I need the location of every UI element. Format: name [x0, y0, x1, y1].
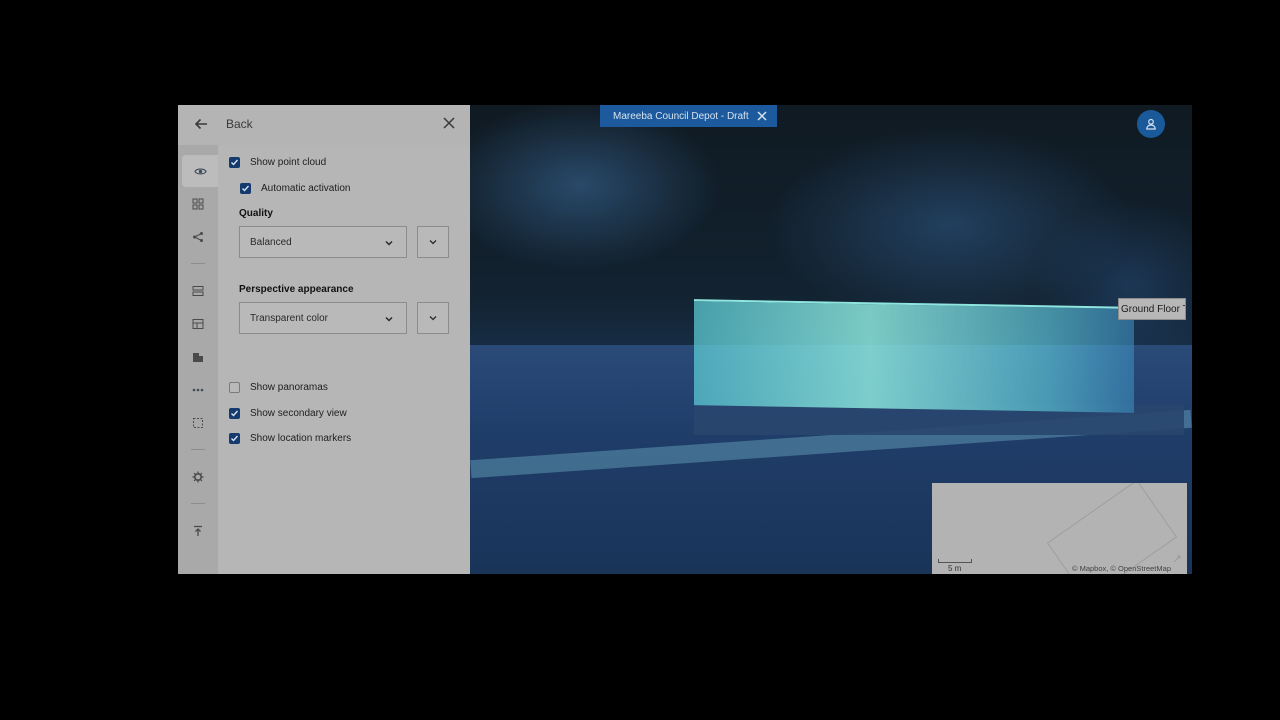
automatic-activation-checkbox[interactable]: Automatic activation — [240, 183, 351, 194]
show-point-cloud-label: Show point cloud — [250, 157, 327, 168]
rail-item-building[interactable] — [182, 341, 214, 373]
chevron-down-icon — [429, 240, 437, 245]
show-secondary-view-checkbox[interactable]: Show secondary view — [229, 408, 347, 419]
quality-select[interactable]: Balanced — [239, 226, 407, 258]
share-icon — [193, 232, 203, 242]
app-window: Back Show point cloud Automatic activati… — [178, 105, 1192, 574]
user-account-button[interactable] — [1137, 110, 1165, 138]
eye-icon — [193, 168, 207, 174]
chevron-down-icon — [429, 316, 437, 321]
rail-item-view[interactable] — [182, 155, 218, 187]
show-point-cloud-checkbox[interactable]: Show point cloud — [229, 157, 326, 168]
map-parcel-outline — [1046, 483, 1178, 574]
layers-icon — [192, 286, 204, 296]
perspective-appearance-title: Perspective appearance — [239, 284, 354, 295]
checkbox-checked-icon — [240, 183, 251, 194]
map-attribution: © Mapbox, © OpenStreetMap — [1071, 564, 1171, 573]
map-scale-bar — [938, 559, 972, 563]
perspective-appearance-select[interactable]: Transparent color — [239, 302, 407, 334]
perspective-expand-button[interactable] — [417, 302, 449, 334]
close-icon[interactable] — [757, 111, 767, 121]
side-rail — [178, 145, 218, 574]
quality-expand-button[interactable] — [417, 226, 449, 258]
rail-item-more[interactable] — [182, 374, 214, 406]
panel-header: Back — [178, 105, 470, 145]
close-icon[interactable] — [442, 116, 456, 130]
chevron-down-icon — [385, 240, 393, 246]
rail-divider — [191, 263, 205, 264]
secondary-map-view[interactable]: 5 m © Mapbox, © OpenStreetMap — [932, 483, 1187, 574]
rail-item-settings[interactable] — [182, 461, 214, 493]
rail-item-share[interactable] — [182, 221, 214, 253]
show-secondary-view-label: Show secondary view — [250, 408, 347, 419]
arrow-left-icon — [194, 118, 207, 130]
settings-panel: Back Show point cloud Automatic activati… — [178, 105, 470, 574]
checkbox-unchecked-icon — [229, 382, 240, 393]
chevron-down-icon — [385, 316, 393, 322]
rail-item-selection[interactable] — [182, 407, 214, 439]
rail-item-upload[interactable] — [182, 515, 214, 547]
building-icon — [193, 353, 203, 362]
back-button[interactable]: Back — [192, 115, 253, 133]
show-location-markers-checkbox[interactable]: Show location markers — [229, 433, 351, 444]
perspective-appearance-value: Transparent color — [250, 312, 328, 324]
point-cloud-building — [694, 299, 1134, 413]
rail-divider — [191, 503, 205, 504]
rail-divider — [191, 449, 205, 450]
show-location-markers-label: Show location markers — [250, 433, 352, 444]
show-panoramas-checkbox[interactable]: Show panoramas — [229, 382, 328, 393]
project-tab[interactable]: Mareeba Council Depot - Draft — [600, 105, 777, 127]
automatic-activation-label: Automatic activation — [261, 183, 351, 194]
show-panoramas-label: Show panoramas — [250, 382, 328, 393]
point-cloud-viewport[interactable]: Mareeba Council Depot - Draft Ground Flo… — [470, 105, 1192, 574]
back-label: Back — [226, 117, 253, 131]
map-scale-label: 5 m — [948, 564, 962, 573]
floor-location-marker[interactable]: Ground Floor T — [1118, 298, 1186, 320]
project-name: Mareeba Council Depot - Draft — [613, 110, 749, 122]
selection-icon — [193, 418, 203, 428]
checkbox-checked-icon — [229, 433, 240, 444]
view-settings-content: Show point cloud Automatic activation Qu… — [218, 145, 470, 574]
gear-icon — [192, 471, 204, 483]
rail-item-grid[interactable] — [182, 188, 214, 220]
more-icon — [192, 388, 204, 392]
quality-title: Quality — [239, 208, 273, 219]
upload-icon — [194, 525, 202, 536]
table-icon — [192, 319, 204, 329]
checkbox-checked-icon — [229, 408, 240, 419]
expand-icon[interactable] — [1171, 553, 1183, 565]
rail-item-layers[interactable] — [182, 275, 214, 307]
rail-item-table[interactable] — [182, 308, 214, 340]
grid-icon — [192, 198, 204, 210]
user-icon — [1146, 118, 1156, 130]
quality-select-value: Balanced — [250, 236, 292, 248]
checkbox-checked-icon — [229, 157, 240, 168]
